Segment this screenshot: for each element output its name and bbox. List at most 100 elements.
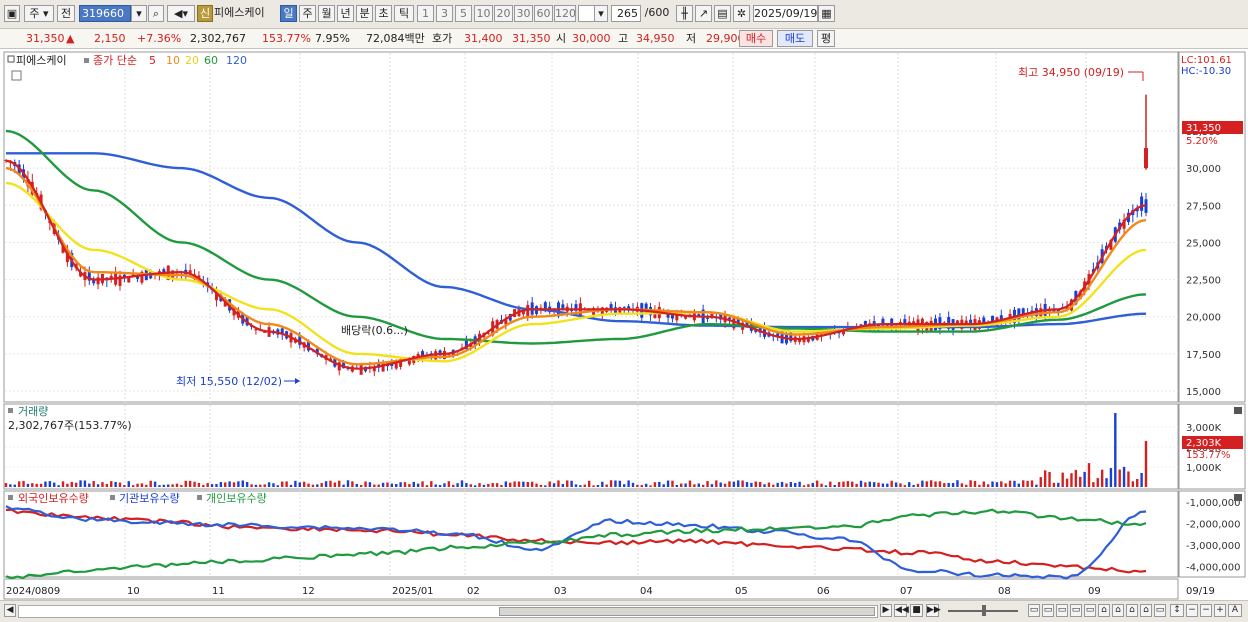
buy-button[interactable]: 매수: [739, 30, 773, 47]
volume-bar: [188, 480, 192, 487]
scrollbar-thumb[interactable]: [499, 607, 875, 616]
interval-3[interactable]: 3: [436, 5, 453, 22]
expand-icon[interactable]: ↕: [1170, 604, 1184, 617]
chart-canvas[interactable]: 피에스케이 종가 단순 5 10 20 60 120 최고 34,950 (09…: [0, 49, 1248, 600]
volume-bar: [443, 483, 446, 487]
volume-bar: [986, 484, 990, 487]
volume-bar: [737, 480, 740, 487]
tool-icon-8[interactable]: ⌂: [1126, 604, 1138, 617]
volume-bar: [846, 481, 850, 487]
volume-bar: [118, 482, 122, 487]
interval-10[interactable]: 10: [474, 5, 493, 22]
volume-bar: [1100, 469, 1104, 487]
prev-button[interactable]: 전: [57, 5, 75, 22]
low-note: 최저 15,550 (12/02): [176, 375, 282, 388]
interval-dropdown-icon[interactable]: ▾: [594, 5, 608, 22]
period-tick-tab[interactable]: 틱: [394, 5, 414, 22]
scrollbar-track[interactable]: [18, 605, 878, 618]
tool-icon-1[interactable]: ▭: [1028, 604, 1040, 617]
volume-bar: [789, 482, 793, 487]
volume-bar: [982, 481, 985, 487]
code-input[interactable]: 319660: [79, 5, 131, 22]
period-year-tab[interactable]: 년: [337, 5, 354, 22]
auto-scale-icon[interactable]: A: [1228, 604, 1242, 617]
volume-panel-close-icon[interactable]: [1234, 407, 1242, 414]
volume-bar: [758, 481, 762, 487]
volume-bar: [193, 481, 196, 487]
volume-bar: [210, 484, 214, 487]
volume-bar: [386, 482, 389, 487]
period-day-tab[interactable]: 일: [280, 5, 297, 22]
volume-bar: [495, 483, 499, 487]
rewind-icon[interactable]: ◀◀: [894, 604, 909, 617]
holding-panel-close-icon[interactable]: [1234, 494, 1242, 501]
stop-icon[interactable]: ■: [910, 604, 923, 617]
period-minute-tab[interactable]: 분: [356, 5, 373, 22]
volume-bar: [127, 481, 130, 487]
zoom-in-icon[interactable]: +: [1214, 604, 1226, 617]
calendar-icon[interactable]: ▦: [818, 5, 835, 22]
volume-bar: [851, 481, 854, 487]
draw-tool-icon[interactable]: ↗: [695, 5, 712, 22]
zoom-slider-handle[interactable]: [982, 605, 986, 616]
volume-bar: [136, 483, 139, 487]
tool-icon-4[interactable]: ▭: [1070, 604, 1082, 617]
save-icon[interactable]: ▤: [714, 5, 731, 22]
date-input[interactable]: 2025/09/19: [753, 5, 818, 22]
volume-bar: [772, 484, 775, 487]
interval-30[interactable]: 30: [514, 5, 533, 22]
volume-bar: [658, 481, 661, 487]
tool-icon-10[interactable]: ▭: [1154, 604, 1166, 617]
tool-icon-6[interactable]: ⌂: [1098, 604, 1110, 617]
tool-icon-7[interactable]: ⌂: [1112, 604, 1124, 617]
interval-5[interactable]: 5: [455, 5, 472, 22]
volume-bar: [482, 484, 486, 487]
volume-bar: [158, 485, 161, 487]
volume-bar: [504, 481, 508, 487]
code-dropdown-icon[interactable]: ▾: [131, 5, 147, 22]
volume-bar: [285, 481, 288, 487]
volume-bar: [574, 484, 578, 487]
period-month-tab[interactable]: 월: [318, 5, 335, 22]
search-icon[interactable]: ⌕: [148, 5, 164, 22]
avg-button[interactable]: 평: [817, 30, 835, 47]
candle-icon[interactable]: ╫: [676, 5, 693, 22]
tool-icon-5[interactable]: ▭: [1084, 604, 1096, 617]
volume-bar: [26, 483, 30, 487]
tool-icon-3[interactable]: ▭: [1056, 604, 1068, 617]
layout-icon[interactable]: ▣: [4, 5, 20, 22]
zoom-out-icon[interactable]: −: [1186, 604, 1198, 617]
sound-icon[interactable]: ◀▾: [167, 5, 195, 22]
interval-120[interactable]: 120: [554, 5, 576, 22]
period-week-tab[interactable]: 주: [299, 5, 316, 22]
price-panel[interactable]: [3, 51, 1179, 403]
forward-icon[interactable]: ▶▶: [926, 604, 941, 617]
sell-button[interactable]: 매도: [777, 30, 813, 47]
volume-value-label: 2,302,767주(153.77%): [8, 419, 132, 432]
count-input[interactable]: 265: [611, 5, 641, 22]
interval-60[interactable]: 60: [534, 5, 553, 22]
tool-icon-2[interactable]: ▭: [1042, 604, 1054, 617]
volume-bar: [530, 481, 534, 487]
interval-1[interactable]: 1: [417, 5, 434, 22]
market-select[interactable]: 주 ▾: [24, 5, 54, 22]
quote-bar: 31,350 ▲ 2,150 +7.36% 2,302,767 153.77% …: [0, 29, 1248, 49]
volume-bar: [780, 481, 784, 487]
x-label: 11: [212, 586, 225, 597]
volume-bar: [22, 480, 25, 487]
period-second-tab[interactable]: 초: [375, 5, 392, 22]
scroll-right-icon[interactable]: ▶: [880, 604, 892, 617]
interval-20[interactable]: 20: [494, 5, 513, 22]
volume-bar: [1022, 480, 1025, 487]
volume-bar: [561, 484, 565, 487]
volume-bar: [811, 482, 814, 487]
gear-icon[interactable]: ✲: [733, 5, 750, 22]
chart-area[interactable]: 피에스케이 종가 단순 5 10 20 60 120 최고 34,950 (09…: [0, 49, 1248, 600]
tool-icon-9[interactable]: ⌂: [1140, 604, 1152, 617]
zoom-icon[interactable]: [11, 70, 22, 81]
volume-bar: [925, 481, 928, 487]
volume-bar: [74, 482, 78, 487]
minus-icon[interactable]: −: [1200, 604, 1212, 617]
scroll-left-icon[interactable]: ◀: [4, 604, 16, 617]
volume-bar: [631, 482, 635, 487]
